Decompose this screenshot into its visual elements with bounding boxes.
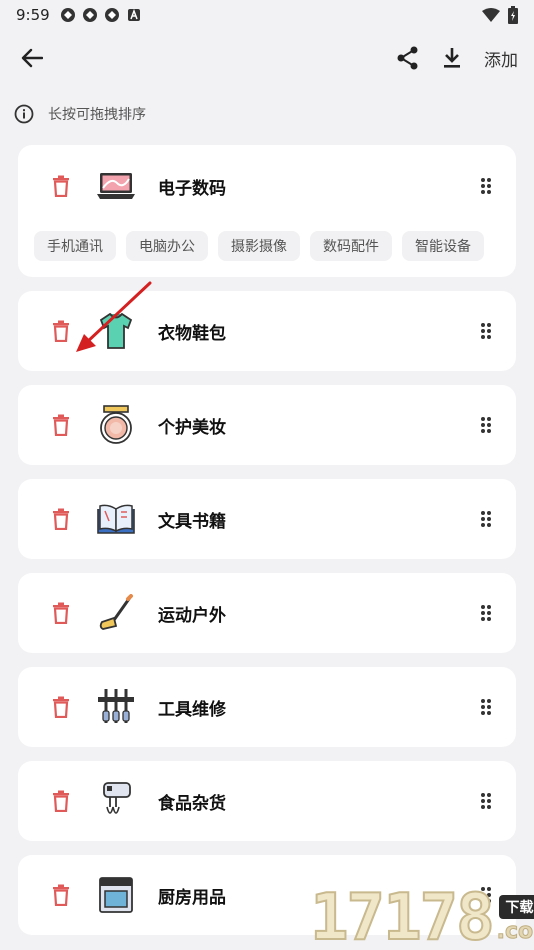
drag-handle[interactable] bbox=[476, 601, 496, 625]
trash-icon bbox=[53, 696, 69, 718]
category-name: 衣物鞋包 bbox=[158, 323, 226, 344]
app-notification-icon bbox=[60, 8, 75, 22]
golf-club-icon bbox=[96, 593, 136, 633]
drag-handle[interactable] bbox=[476, 507, 496, 531]
delete-button[interactable] bbox=[48, 694, 74, 720]
category-name: 电子数码 bbox=[158, 178, 226, 199]
compact-mirror-icon bbox=[96, 405, 136, 445]
trash-icon bbox=[53, 175, 69, 197]
battery-icon bbox=[508, 6, 518, 24]
category-name: 工具维修 bbox=[158, 699, 226, 720]
text-notification-icon bbox=[127, 8, 140, 21]
category-card: 电子数码 手机通讯 电脑办公 摄影摄像 数码配件 智能设备 bbox=[18, 145, 516, 277]
watermark-tag: 下载站 bbox=[499, 895, 534, 919]
category-name: 运动户外 bbox=[158, 605, 226, 626]
site-watermark: 17178 下载站 .com bbox=[309, 868, 534, 950]
drag-handle-icon bbox=[481, 178, 491, 194]
laptop-icon bbox=[96, 166, 136, 206]
category-card: 运动户外 bbox=[18, 573, 516, 653]
trash-icon bbox=[53, 508, 69, 530]
category-card: 衣物鞋包 bbox=[18, 291, 516, 371]
share-button[interactable] bbox=[394, 44, 422, 72]
category-name: 个护美妆 bbox=[158, 417, 226, 438]
hand-mixer-icon bbox=[96, 781, 136, 821]
drag-hint: 长按可拖拽排序 bbox=[14, 102, 146, 126]
drag-handle[interactable] bbox=[476, 174, 496, 198]
share-icon bbox=[397, 46, 418, 70]
subcategory-tag[interactable]: 数码配件 bbox=[310, 231, 392, 261]
delete-button[interactable] bbox=[48, 788, 74, 814]
download-icon bbox=[444, 48, 460, 68]
trash-icon bbox=[53, 320, 69, 342]
watermark-number: 17178 bbox=[309, 881, 496, 950]
drag-handle-icon bbox=[481, 511, 491, 527]
category-card: 食品杂货 bbox=[18, 761, 516, 841]
subcategory-tags: 手机通讯 电脑办公 摄影摄像 数码配件 智能设备 bbox=[34, 227, 496, 277]
status-time: 9:59 bbox=[16, 6, 50, 24]
drag-handle-icon bbox=[481, 417, 491, 433]
delete-button[interactable] bbox=[48, 173, 74, 199]
app-bar: 添加 bbox=[0, 30, 534, 86]
trash-icon bbox=[53, 884, 69, 906]
drag-handle-icon bbox=[481, 605, 491, 621]
category-card: 文具书籍 bbox=[18, 479, 516, 559]
open-book-icon bbox=[96, 499, 136, 539]
drag-handle[interactable] bbox=[476, 695, 496, 719]
drag-handle-icon bbox=[481, 323, 491, 339]
trash-icon bbox=[53, 414, 69, 436]
app-bar-actions: 添加 bbox=[394, 42, 520, 75]
subcategory-tag[interactable]: 智能设备 bbox=[402, 231, 484, 261]
category-list: 电子数码 手机通讯 电脑办公 摄影摄像 数码配件 智能设备 衣物鞋包 个护美妆 … bbox=[18, 145, 516, 949]
status-bar: 9:59 bbox=[0, 0, 534, 30]
subcategory-tag[interactable]: 手机通讯 bbox=[34, 231, 116, 261]
delete-button[interactable] bbox=[48, 600, 74, 626]
category-name: 文具书籍 bbox=[158, 511, 226, 532]
delete-button[interactable] bbox=[48, 412, 74, 438]
category-card: 工具维修 bbox=[18, 667, 516, 747]
drag-handle-icon bbox=[481, 793, 491, 809]
category-name: 厨房用品 bbox=[158, 887, 226, 908]
drag-handle[interactable] bbox=[476, 413, 496, 437]
category-card: 个护美妆 bbox=[18, 385, 516, 465]
watermark-domain: .com bbox=[496, 919, 534, 945]
drag-handle[interactable] bbox=[476, 789, 496, 813]
hint-text: 长按可拖拽排序 bbox=[48, 107, 146, 123]
wifi-icon bbox=[482, 8, 500, 22]
delete-button[interactable] bbox=[48, 882, 74, 908]
app-notification-icon bbox=[82, 8, 97, 22]
category-name: 食品杂货 bbox=[158, 793, 226, 814]
shirt-icon bbox=[96, 311, 136, 351]
back-button[interactable] bbox=[18, 44, 46, 72]
drag-handle[interactable] bbox=[476, 319, 496, 343]
download-button[interactable] bbox=[438, 44, 466, 72]
drag-handle-icon bbox=[481, 699, 491, 715]
delete-button[interactable] bbox=[48, 506, 74, 532]
trash-icon bbox=[53, 602, 69, 624]
add-button[interactable]: 添加 bbox=[482, 42, 520, 75]
back-arrow-icon bbox=[21, 48, 43, 68]
tool-rack-icon bbox=[96, 687, 136, 727]
subcategory-tag[interactable]: 摄影摄像 bbox=[218, 231, 300, 261]
info-icon bbox=[14, 104, 34, 124]
app-notification-icon bbox=[104, 8, 119, 22]
oven-icon bbox=[96, 875, 136, 915]
subcategory-tag[interactable]: 电脑办公 bbox=[126, 231, 208, 261]
trash-icon bbox=[53, 790, 69, 812]
delete-button[interactable] bbox=[48, 318, 74, 344]
